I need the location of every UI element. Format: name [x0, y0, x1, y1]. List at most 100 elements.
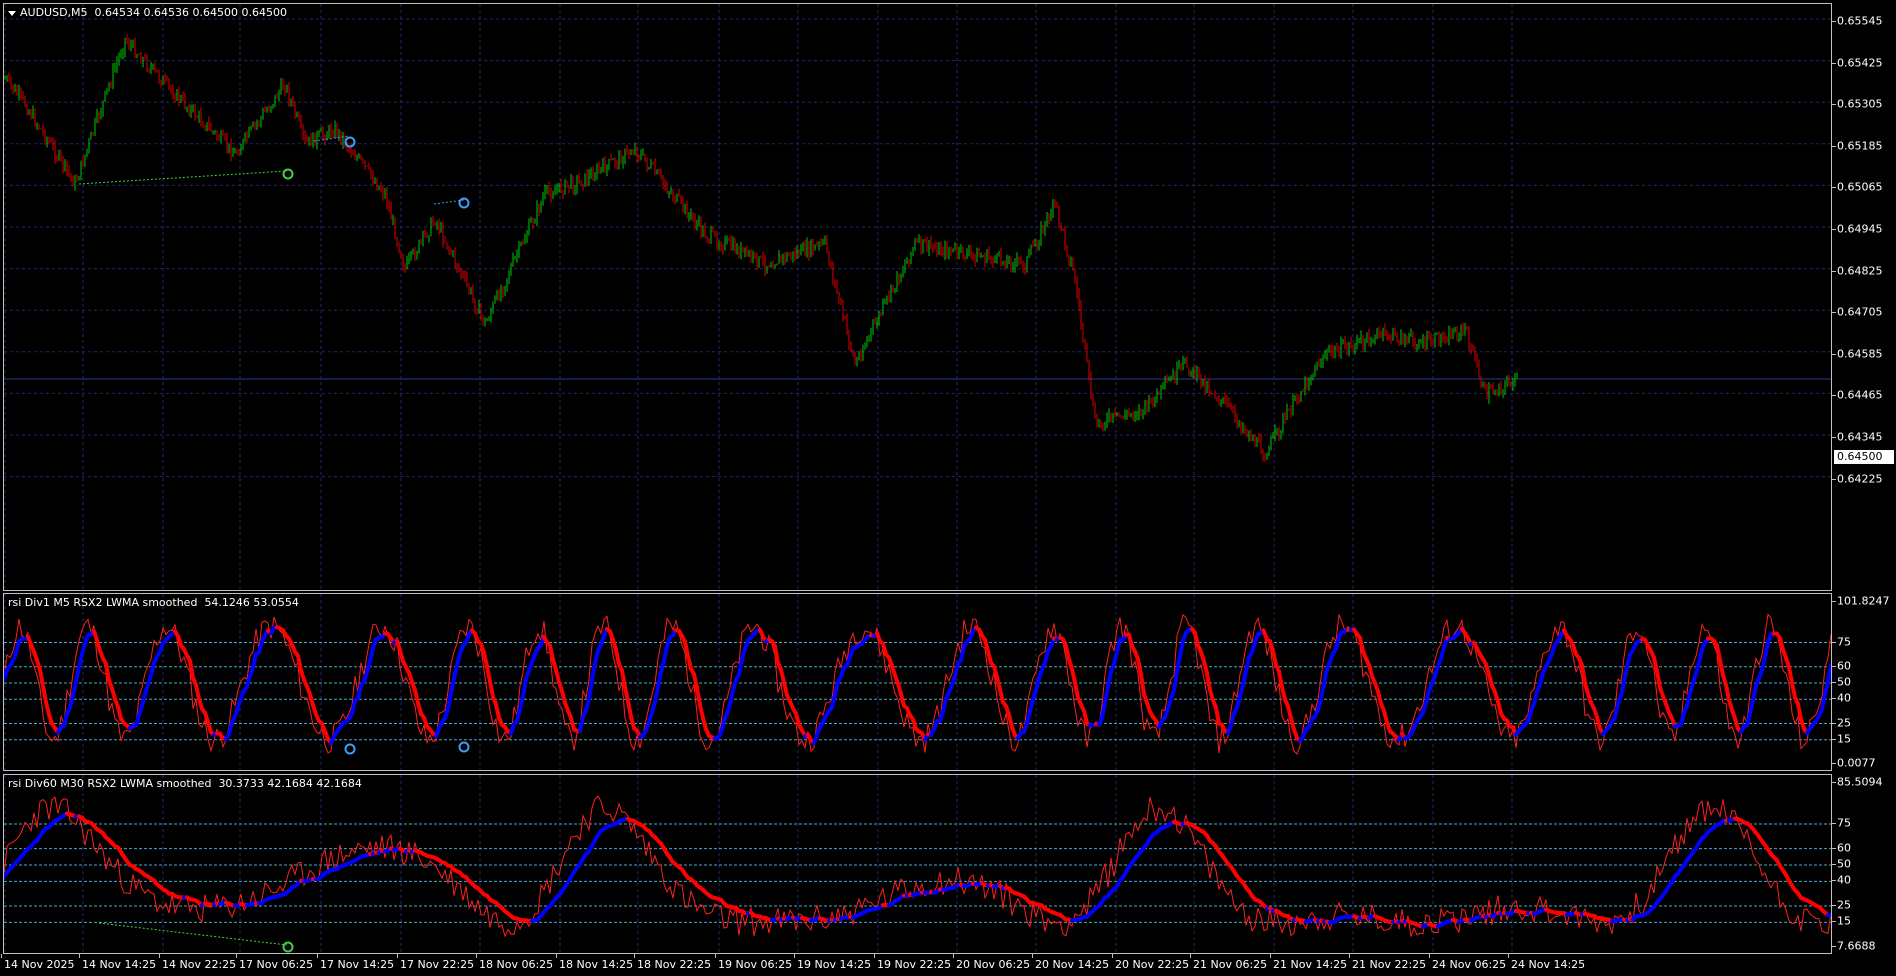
rsi-axis-label: 0.0077 [1837, 756, 1876, 770]
price-axis-tick [1832, 353, 1836, 355]
rsi-smoothed-segment [446, 690, 453, 711]
time-axis-tick [634, 954, 635, 958]
rsi-axis-label: 101.8247 [1837, 594, 1890, 608]
rsi-div60-pane[interactable]: rsi Div60 M30 RSX2 LWMA smoothed 30.3733… [3, 774, 1832, 954]
price-axis-tick [1832, 145, 1836, 147]
rsi-smoothed-segment [1622, 664, 1629, 685]
price-axis-label: 0.64825 [1837, 264, 1883, 278]
price-axis-tick [1832, 312, 1836, 314]
time-axis-tick [556, 954, 557, 958]
price-axis-tick [1832, 187, 1836, 189]
time-axis-label: 24 Nov 14:25 [1511, 958, 1586, 971]
time-axis-tick [794, 954, 795, 958]
rsi-axis-tick [1832, 601, 1836, 602]
rsi-smoothed-segment [1826, 663, 1831, 684]
rsi-div60-canvas[interactable] [4, 775, 1832, 954]
price-axis-tick [1832, 437, 1836, 438]
price-axis-label: 0.64705 [1837, 305, 1883, 319]
price-axis-tick [1832, 62, 1836, 64]
rsi-axis-tick [1832, 763, 1836, 764]
divergence-marker-icon [458, 741, 470, 753]
time-axis-label: 21 Nov 14:25 [1273, 958, 1348, 971]
rsi-smoothed-segment [698, 702, 705, 721]
price-chart-canvas[interactable] [4, 4, 1832, 591]
rsi-smoothed-segment [1178, 639, 1185, 658]
rsi-smoothed-segment [1136, 657, 1143, 677]
rsi-smoothed-segment [593, 648, 600, 666]
rsi-axis-tick [1832, 946, 1836, 947]
rsi-smoothed-segment [1820, 692, 1827, 712]
divergence-lines [78, 135, 465, 205]
rsi-axis-label: 25 [1837, 898, 1851, 912]
rsi-div60-axis: 85.5094 75 60 50 40 25 15 7.6688 [1832, 774, 1896, 954]
rsi-axis-tick [1832, 905, 1836, 906]
rsi-axis-label: 40 [1837, 873, 1851, 887]
rsi-axis-tick [1832, 641, 1836, 643]
price-axis-label: 0.65425 [1837, 56, 1883, 70]
price-axis-label: 0.64465 [1837, 388, 1883, 402]
rsi-smoothed-segment [1619, 680, 1626, 699]
ohlc-label: 0.64534 0.64536 0.64500 0.64500 [94, 6, 287, 19]
rsi-axis-tick [1832, 665, 1836, 667]
divergence-marker-icon [344, 136, 356, 148]
price-axis[interactable]: 0.65545 0.65425 0.65305 0.65185 0.65065 0.649… [1832, 3, 1896, 591]
rsi-div1-canvas[interactable] [4, 594, 1832, 771]
price-axis-tick [1832, 270, 1836, 272]
rsi-smoothed-segment [485, 664, 492, 684]
chart-menu-triangle-icon[interactable] [8, 10, 16, 16]
rsi-smoothed-segment [488, 679, 495, 699]
rsi-smoothed-segment [1697, 647, 1704, 665]
time-axis-tick [476, 954, 477, 958]
time-axis-tick [236, 954, 237, 958]
price-grid [4, 4, 1831, 590]
price-axis-label: 0.65545 [1837, 14, 1883, 28]
rsi-smoothed-segment [1205, 671, 1212, 692]
rsi-level-lines [4, 594, 1831, 770]
rsi-smoothed-line [4, 811, 1831, 929]
time-axis[interactable]: 14 Nov 2025 14 Nov 14:25 14 Nov 22:25 17 No… [0, 954, 1896, 976]
rsi-div1-axis: 101.8247 75 60 50 40 25 15 0.0077 [1832, 593, 1896, 771]
time-axis-label: 20 Nov 06:25 [956, 958, 1031, 971]
price-axis-label: 0.64345 [1837, 430, 1883, 444]
time-axis-tick [317, 954, 318, 958]
rsi-smoothed-segment [41, 683, 48, 705]
divergence-marker-icon [344, 743, 356, 755]
rsi-smoothed-segment [1175, 653, 1182, 674]
rsi-axis-label: 15 [1837, 732, 1851, 746]
rsi-level-lines [4, 775, 1831, 953]
time-axis-label: 17 Nov 14:25 [320, 958, 395, 971]
time-axis-label: 14 Nov 22:25 [162, 958, 237, 971]
time-axis-label: 19 Nov 22:25 [877, 958, 952, 971]
rsi-div1-header: rsi Div1 M5 RSX2 LWMA smoothed 54.1246 5… [8, 596, 299, 609]
rsi-axis-label: 60 [1837, 659, 1851, 673]
candles [4, 34, 1518, 462]
rsi-axis-label: 60 [1837, 841, 1851, 855]
time-axis-tick [1270, 954, 1271, 958]
rsi-axis-label: 50 [1837, 675, 1851, 689]
time-axis-label: 18 Nov 14:25 [559, 958, 634, 971]
price-axis-tick [1832, 104, 1836, 106]
rsi-axis-tick [1832, 847, 1836, 849]
rsi-axis-tick [1832, 921, 1836, 923]
price-axis-tick [1832, 478, 1836, 480]
rsi-smoothed-segment [251, 652, 258, 670]
time-axis-label: 19 Nov 06:25 [718, 958, 793, 971]
price-axis-label: 0.64585 [1837, 347, 1883, 361]
rsi-smoothed-segment [614, 647, 621, 667]
divergence-marker-icon [282, 941, 294, 953]
rsi-smoothed-segment [1271, 648, 1278, 667]
rsi-div1-pane[interactable]: rsi Div1 M5 RSX2 LWMA smoothed 54.1246 5… [3, 593, 1832, 771]
price-axis-tick [1832, 395, 1836, 397]
rsi-smoothed-segment [695, 686, 702, 707]
price-axis-label: 0.65065 [1837, 180, 1883, 194]
time-axis-label: 17 Nov 22:25 [400, 958, 475, 971]
rsi-fast-line [4, 613, 1831, 755]
rsi-axis-tick [1832, 738, 1836, 740]
rsi-fast-line [4, 795, 1831, 938]
rsi-smoothed-segment [1103, 684, 1110, 705]
rsi-smoothed-line [4, 625, 1831, 746]
time-axis-tick [1, 954, 2, 958]
price-chart-pane[interactable]: AUDUSD,M5 0.64534 0.64536 0.64500 0.6450… [3, 3, 1832, 591]
rsi-axis-label: 25 [1837, 716, 1851, 729]
rsi-smoothed-segment [1751, 683, 1758, 702]
